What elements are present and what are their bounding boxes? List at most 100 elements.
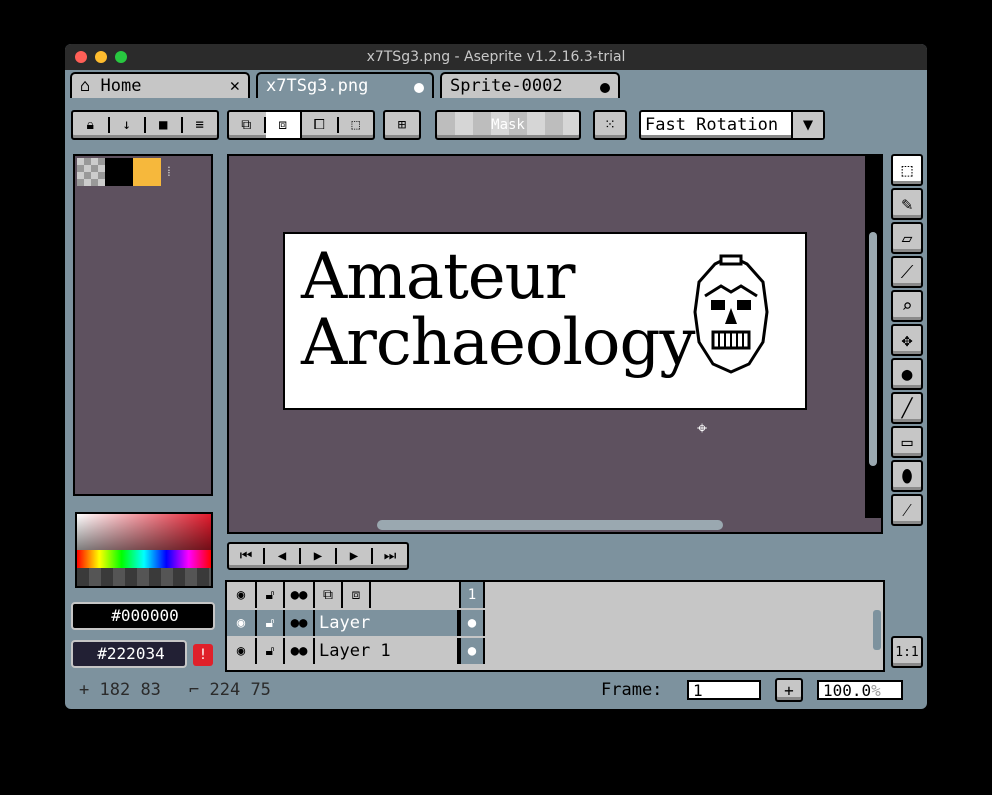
intersect-selection-icon[interactable]: ⬚: [339, 117, 374, 133]
replace-selection-icon[interactable]: ⧉: [229, 117, 266, 133]
eyedropper-tool[interactable]: ⟋: [891, 256, 923, 288]
zoom-unit: %: [871, 681, 881, 700]
zoom-window-button[interactable]: [115, 51, 127, 63]
cursor-position-value: 182 83: [99, 680, 161, 700]
layer-name[interactable]: Layer: [315, 610, 459, 636]
eye-icon[interactable]: ◉: [227, 638, 257, 664]
layer-row-layer[interactable]: ◉ 🔓︎ ●● Layer ●: [227, 610, 485, 636]
close-window-button[interactable]: [75, 51, 87, 63]
padlock-icon[interactable]: 🔓︎: [257, 610, 285, 636]
add-frame-button[interactable]: +: [775, 678, 803, 702]
size-icon: ⌐: [189, 680, 200, 700]
zoom-input[interactable]: 100.0%: [817, 680, 903, 700]
title-bar: x7TSg3.png - Aseprite v1.2.16.3-trial: [65, 44, 927, 70]
menu-icon[interactable]: ≡: [183, 117, 218, 133]
warning-icon[interactable]: !: [193, 644, 213, 666]
vertical-scrollbar[interactable]: [869, 232, 877, 466]
move-icon: ✥: [901, 329, 913, 351]
tab-home[interactable]: ⌂ Home ✕: [70, 72, 250, 98]
continuous-icon[interactable]: ●●: [285, 638, 315, 664]
arrow-down-icon[interactable]: ↓: [110, 117, 146, 133]
palette-swatch-black[interactable]: [105, 158, 133, 186]
layer-tree-icon[interactable]: ⧉: [315, 582, 343, 608]
timeline: ◉ 🔓︎ ●● ⧉ ⧈ 1 ◉ 🔓︎ ●● Layer ● ◉ 🔓︎ ●● La…: [225, 580, 885, 672]
timeline-scrollbar[interactable]: [873, 610, 881, 650]
window-title: x7TSg3.png - Aseprite v1.2.16.3-trial: [366, 49, 626, 65]
one-to-one-label: 1:1: [895, 644, 919, 660]
play-icon[interactable]: ▶: [301, 548, 337, 564]
pixel-perfect-button[interactable]: ⊞: [383, 110, 421, 140]
onion-skin-icon[interactable]: ⧈: [343, 582, 371, 608]
close-icon[interactable]: ✕: [230, 74, 240, 99]
rotation-algorithm-select[interactable]: Fast Rotation ▼: [639, 110, 825, 140]
horizontal-scrollbar[interactable]: [377, 520, 723, 530]
lock-icon[interactable]: 🔒︎: [73, 117, 110, 133]
palette-swatch-orange[interactable]: [133, 158, 161, 186]
eye-icon[interactable]: ◉: [227, 582, 257, 608]
mask-label: Mask: [491, 117, 525, 133]
canvas-editor[interactable]: Amateur Archaeology ⌖: [227, 154, 883, 534]
rotation-algorithm-value: Fast Rotation: [645, 115, 779, 135]
transparent-color-button[interactable]: ⁙: [593, 110, 627, 140]
cel-icon[interactable]: ●: [459, 610, 485, 636]
palette-resize-handle[interactable]: ⁞: [167, 164, 171, 181]
previous-frame-icon[interactable]: ◀: [265, 548, 301, 564]
background-color-field[interactable]: #222034: [71, 640, 187, 668]
foreground-color-field[interactable]: #000000: [71, 602, 215, 630]
line-icon: ╱: [901, 397, 913, 419]
tab-x7tsg3[interactable]: x7TSg3.png: [256, 72, 434, 98]
frame-input[interactable]: 1: [687, 680, 761, 700]
contour-tool[interactable]: ⬮: [891, 460, 923, 492]
pencil-tool[interactable]: ✎: [891, 188, 923, 220]
move-tool[interactable]: ✥: [891, 324, 923, 356]
frame-input-value: 1: [693, 681, 703, 700]
layer-actions-group: 🔒︎ ↓ ■ ≡: [71, 110, 219, 140]
playback-controls: ⏮ ◀ ▶ ▶ ⏭: [227, 542, 409, 570]
line-tool[interactable]: ╱: [891, 392, 923, 424]
frame-header[interactable]: 1: [459, 582, 485, 608]
chevron-down-icon[interactable]: ▼: [791, 112, 823, 138]
tab-sprite-0002[interactable]: Sprite-0002: [440, 72, 620, 98]
color-spectrum[interactable]: [75, 512, 213, 588]
alpha-slider[interactable]: [77, 568, 211, 586]
modified-dot-icon: [414, 83, 424, 93]
eraser-tool[interactable]: ▱: [891, 222, 923, 254]
layer-row-layer-1[interactable]: ◉ 🔓︎ ●● Layer 1 ●: [227, 638, 485, 664]
rectangle-tool[interactable]: ▭: [891, 426, 923, 458]
mask-button[interactable]: Mask: [435, 110, 581, 140]
sprite-canvas[interactable]: Amateur Archaeology: [283, 232, 807, 410]
zoom-tool[interactable]: ⌕: [891, 290, 923, 322]
continuous-icon[interactable]: ●●: [285, 582, 315, 608]
sprite-title-line2: Archaeology: [301, 306, 696, 380]
tab-label: x7TSg3.png: [266, 76, 369, 96]
tab-label: Home: [100, 76, 142, 96]
minimize-window-button[interactable]: [95, 51, 107, 63]
blur-tool[interactable]: ⁄: [891, 494, 923, 526]
marquee-tool[interactable]: ⬚: [891, 154, 923, 186]
hue-slider[interactable]: [77, 550, 211, 568]
frame-label: Frame:: [601, 680, 663, 700]
zoom-one-to-one-button[interactable]: 1:1: [891, 636, 923, 668]
eyedropper-icon: ⟋: [900, 261, 914, 283]
square-icon[interactable]: ■: [146, 117, 183, 133]
zoom-icon: ⌕: [901, 295, 913, 317]
add-selection-icon[interactable]: ⧈: [265, 112, 302, 138]
first-frame-icon[interactable]: ⏮: [229, 548, 265, 564]
crosshair-cursor-icon: ⌖: [697, 418, 708, 439]
layer-name[interactable]: Layer 1: [315, 638, 459, 664]
fill-tool[interactable]: ●: [891, 358, 923, 390]
eye-icon[interactable]: ◉: [227, 610, 257, 636]
grid-icon: ⁙: [604, 117, 616, 133]
subtract-selection-icon[interactable]: ⧠: [302, 117, 339, 133]
palette-swatch-transparent[interactable]: [77, 158, 105, 186]
padlock-icon[interactable]: 🔓︎: [257, 638, 285, 664]
next-frame-icon[interactable]: ▶: [337, 548, 373, 564]
continuous-icon[interactable]: ●●: [285, 610, 315, 636]
skull-helmet-icon: [693, 254, 769, 374]
last-frame-icon[interactable]: ⏭: [373, 548, 407, 564]
cel-icon[interactable]: ●: [459, 638, 485, 664]
crosshair-icon: +: [79, 680, 90, 700]
padlock-icon[interactable]: 🔓︎: [257, 582, 285, 608]
bg-hex-text: #222034: [97, 644, 165, 663]
paint-bucket-icon: ●: [901, 363, 913, 385]
